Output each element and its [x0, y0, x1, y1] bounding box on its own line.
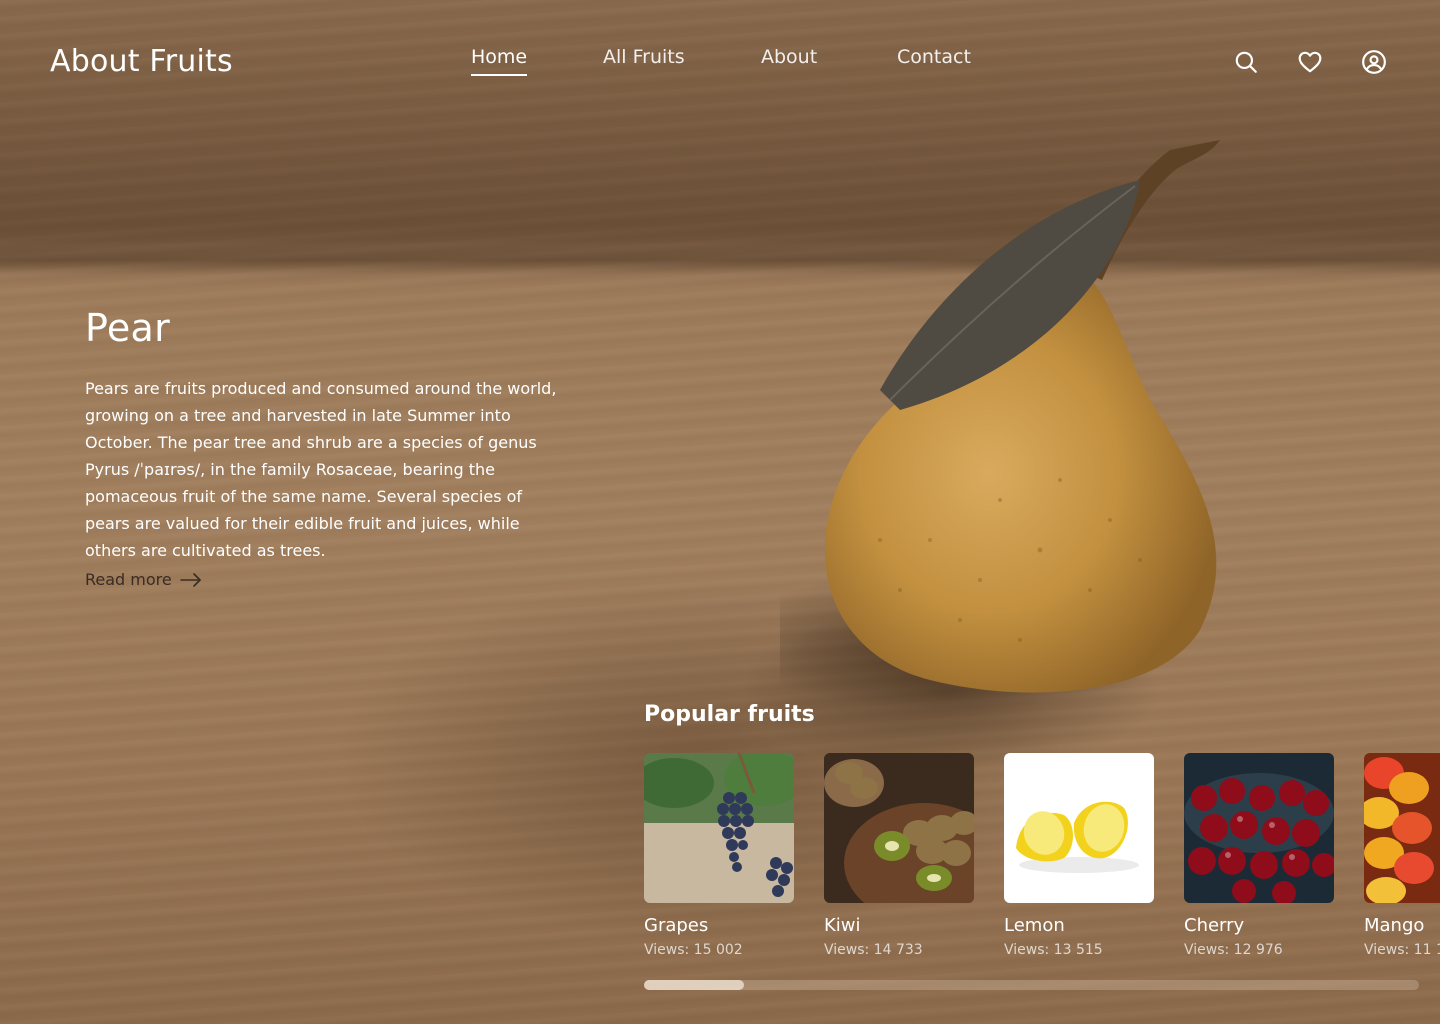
fruit-card-cherry[interactable]: Cherry Views: 12 976	[1184, 753, 1334, 958]
fruit-views: Views: 15 002	[644, 942, 743, 958]
grapes-image	[644, 753, 794, 903]
account-button[interactable]	[1360, 48, 1388, 76]
mango-thumbnail	[1364, 753, 1440, 903]
user-icon	[1362, 50, 1386, 74]
nav-item-about[interactable]: About	[761, 46, 817, 68]
fruit-name: Cherry	[1184, 915, 1245, 936]
carousel-scrollbar-thumb[interactable]	[644, 980, 744, 990]
heart-icon	[1298, 51, 1322, 73]
hero-section: Pear Pears are fruits produced and consu…	[85, 306, 565, 589]
fruit-card-kiwi[interactable]: Kiwi Views: 14 733	[824, 753, 974, 958]
fruit-views: Views: 12 976	[1184, 942, 1283, 958]
nav-item-contact[interactable]: Contact	[897, 46, 971, 68]
arrow-right-icon	[179, 572, 201, 587]
fruit-name: Mango	[1364, 915, 1425, 936]
hero-description: Pears are fruits produced and consumed a…	[85, 379, 557, 560]
popular-fruits-title: Popular fruits	[644, 702, 815, 727]
fruit-name: Kiwi	[824, 915, 861, 936]
kiwi-thumbnail	[824, 753, 974, 903]
fruit-card-grapes[interactable]: Grapes Views: 15 002	[644, 753, 794, 958]
nav-item-home[interactable]: Home	[471, 46, 528, 76]
cherry-image	[1184, 753, 1334, 903]
site-logo[interactable]: About Fruits	[50, 44, 233, 79]
read-more-label: Read more	[85, 570, 172, 589]
fruit-views: Views: 11 12	[1364, 942, 1440, 958]
grapes-thumbnail	[644, 753, 794, 903]
site-header: About Fruits Home All Fruits About Conta…	[0, 0, 1440, 120]
mango-image	[1364, 753, 1440, 903]
nav-item-all-fruits[interactable]: All Fruits	[603, 46, 685, 68]
pear-image	[780, 140, 1220, 710]
fruit-card-mango[interactable]: Mango Views: 11 12	[1364, 753, 1440, 958]
lemon-image	[1004, 753, 1154, 903]
search-button[interactable]	[1232, 48, 1260, 76]
search-icon	[1235, 51, 1257, 73]
cherry-thumbnail	[1184, 753, 1334, 903]
fruit-name: Lemon	[1004, 915, 1065, 936]
popular-fruits-carousel: Grapes Views: 15 002 Kiwi Views: 14 733 …	[644, 753, 1440, 973]
favorites-button[interactable]	[1296, 48, 1324, 76]
read-more-link[interactable]: Read more	[85, 570, 202, 589]
kiwi-image	[824, 753, 974, 903]
fruit-card-lemon[interactable]: Lemon Views: 13 515	[1004, 753, 1154, 958]
hero-title: Pear	[85, 306, 171, 350]
lemon-thumbnail	[1004, 753, 1154, 903]
fruit-name: Grapes	[644, 915, 709, 936]
fruit-views: Views: 13 515	[1004, 942, 1103, 958]
fruit-views: Views: 14 733	[824, 942, 923, 958]
carousel-scrollbar-track[interactable]	[644, 980, 1419, 990]
